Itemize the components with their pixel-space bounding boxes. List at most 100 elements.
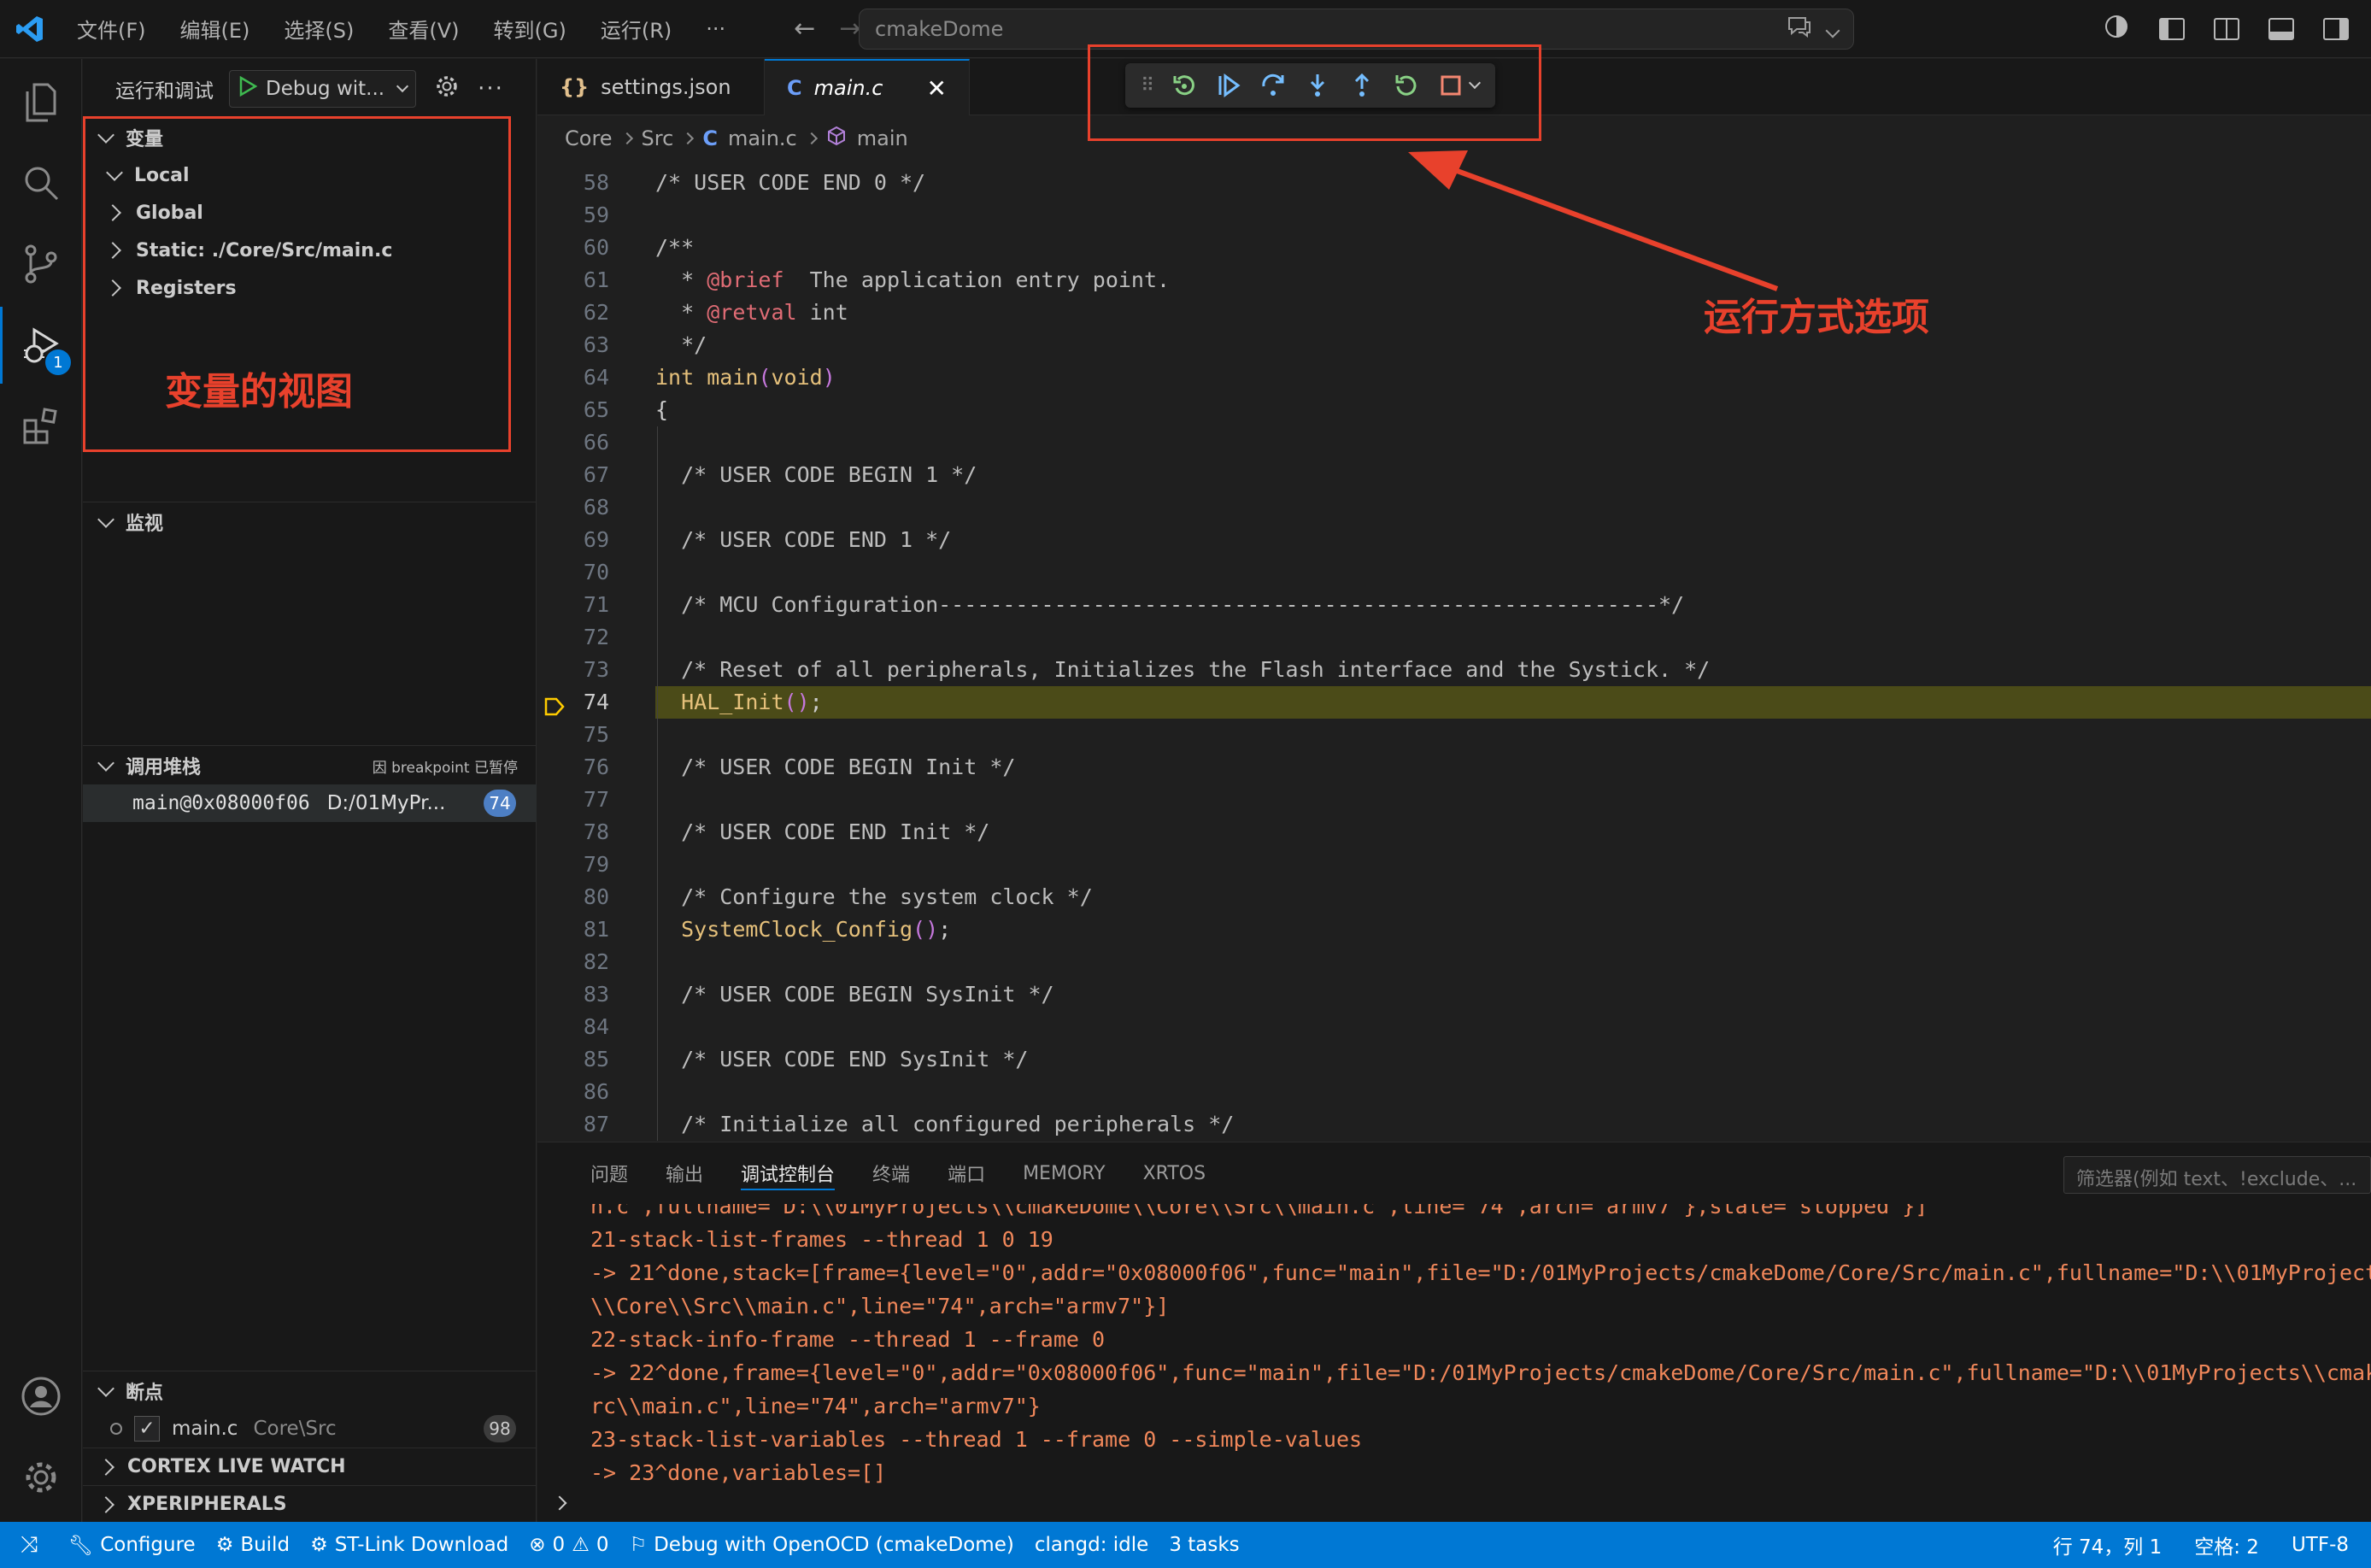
menu-goto[interactable]: 转到(G) bbox=[477, 14, 584, 44]
tab-memory[interactable]: MEMORY bbox=[1004, 1142, 1124, 1204]
menu-more[interactable]: ··· bbox=[689, 17, 742, 41]
tab-output[interactable]: 输出 bbox=[647, 1142, 722, 1204]
line-number[interactable]: 85 bbox=[537, 1043, 609, 1076]
breakpoint-checkbox[interactable]: ✓ bbox=[134, 1416, 160, 1442]
chevron-down-icon[interactable] bbox=[1825, 17, 1840, 41]
variable-scope-global[interactable]: Global bbox=[83, 194, 537, 232]
copilot-chat-icon[interactable] bbox=[1787, 15, 1812, 43]
clangd-status[interactable]: clangd: idle bbox=[1024, 1522, 1159, 1568]
problems-indicator[interactable]: ⊗ 0 ⚠ 0 bbox=[519, 1522, 619, 1568]
cortex-live-watch-header[interactable]: CORTEX LIVE WATCH bbox=[83, 1448, 537, 1485]
toggle-panel-icon[interactable] bbox=[2268, 18, 2294, 40]
breakpoint-item[interactable]: ✓ main.c Core\Src 98 bbox=[83, 1410, 537, 1448]
code-line[interactable]: 81 SystemClock_Config(); bbox=[537, 913, 2371, 946]
line-number[interactable]: 77 bbox=[537, 784, 609, 816]
code-line[interactable]: 77 bbox=[537, 784, 2371, 816]
line-number[interactable]: 70 bbox=[537, 556, 609, 589]
close-icon[interactable]: ✕ bbox=[927, 74, 947, 103]
run-and-debug-icon[interactable]: 1 bbox=[0, 307, 82, 384]
tab-terminal[interactable]: 终端 bbox=[854, 1142, 929, 1204]
customize-layout-icon[interactable] bbox=[2214, 18, 2239, 40]
code-line[interactable]: 76 /* USER CODE BEGIN Init */ bbox=[537, 751, 2371, 784]
tab-settings-json[interactable]: {} settings.json bbox=[537, 59, 765, 115]
line-number[interactable]: 75 bbox=[537, 719, 609, 751]
tasks-status[interactable]: 3 tasks bbox=[1159, 1522, 1249, 1568]
code-line[interactable]: 85 /* USER CODE END SysInit */ bbox=[537, 1043, 2371, 1076]
code-line[interactable]: 69 /* USER CODE END 1 */ bbox=[537, 524, 2371, 556]
line-number[interactable]: 72 bbox=[537, 621, 609, 654]
stop-icon[interactable] bbox=[1438, 73, 1464, 98]
continue-icon[interactable] bbox=[1216, 73, 1241, 98]
line-number[interactable]: 80 bbox=[537, 881, 609, 913]
code-line[interactable]: 86 bbox=[537, 1076, 2371, 1108]
forward-arrow-icon[interactable]: → bbox=[839, 14, 860, 44]
variable-scope-static[interactable]: Static: ./Core/Src/main.c bbox=[83, 232, 537, 269]
code-line[interactable]: 87 /* Initialize all configured peripher… bbox=[537, 1108, 2371, 1141]
line-number[interactable]: 87 bbox=[537, 1108, 609, 1141]
code-line[interactable]: 75 bbox=[537, 719, 2371, 751]
debug-config-selector[interactable]: Debug wit... bbox=[229, 70, 417, 108]
menu-run[interactable]: 运行(R) bbox=[584, 14, 689, 44]
code-line[interactable]: 62 * @retval int bbox=[537, 297, 2371, 329]
restart-frame-icon[interactable] bbox=[1171, 73, 1197, 98]
code-line[interactable]: 82 bbox=[537, 946, 2371, 978]
line-number[interactable]: 58 bbox=[537, 167, 609, 199]
code-line[interactable]: 70 bbox=[537, 556, 2371, 589]
stlink-download-button[interactable]: ⚙ ST-Link Download bbox=[300, 1522, 519, 1568]
tab-xrtos[interactable]: XRTOS bbox=[1124, 1142, 1224, 1204]
line-number[interactable]: 66 bbox=[537, 426, 609, 459]
line-number[interactable]: 81 bbox=[537, 913, 609, 946]
step-out-icon[interactable] bbox=[1349, 73, 1375, 98]
menu-file[interactable]: 文件(F) bbox=[60, 14, 163, 44]
console-input[interactable] bbox=[552, 1486, 567, 1520]
code-line[interactable]: 65 { bbox=[537, 394, 2371, 426]
console-filter-input[interactable]: 筛选器(例如 text、!exclude、... bbox=[2063, 1156, 2371, 1194]
line-number[interactable]: 76 bbox=[537, 751, 609, 784]
watch-header[interactable]: 监视 bbox=[83, 503, 537, 541]
configure-button[interactable]: 🔧︎ Configure bbox=[58, 1522, 206, 1568]
restart-icon[interactable] bbox=[1394, 73, 1419, 98]
toggle-secondary-sidebar-icon[interactable] bbox=[2323, 18, 2349, 40]
line-number[interactable]: 65 bbox=[537, 394, 609, 426]
line-number[interactable]: 61 bbox=[537, 264, 609, 297]
code-line[interactable]: 83 /* USER CODE BEGIN SysInit */ bbox=[537, 978, 2371, 1011]
copilot-icon[interactable] bbox=[2103, 14, 2130, 44]
tab-main-c[interactable]: C main.c ✕ bbox=[765, 59, 970, 115]
encoding-setting[interactable]: UTF-8 bbox=[2281, 1522, 2359, 1568]
accounts-icon[interactable] bbox=[0, 1358, 82, 1435]
line-number[interactable]: 84 bbox=[537, 1011, 609, 1043]
start-debug-icon[interactable] bbox=[238, 75, 258, 102]
cursor-position[interactable]: 行 74，列 1 bbox=[2043, 1522, 2173, 1568]
breadcrumb-symbol[interactable]: main bbox=[857, 126, 908, 150]
line-number[interactable]: 78 bbox=[537, 816, 609, 849]
tab-problems[interactable]: 问题 bbox=[572, 1142, 647, 1204]
source-control-icon[interactable] bbox=[0, 226, 82, 302]
code-line[interactable]: 80 /* Configure the system clock */ bbox=[537, 881, 2371, 913]
code-line[interactable]: 71 /* MCU Configuration-----------------… bbox=[537, 589, 2371, 621]
line-number[interactable]: 68 bbox=[537, 491, 609, 524]
line-number[interactable]: 63 bbox=[537, 329, 609, 361]
code-line[interactable]: 68 bbox=[537, 491, 2371, 524]
tab-ports[interactable]: 端口 bbox=[929, 1142, 1004, 1204]
code-line[interactable]: 72 bbox=[537, 621, 2371, 654]
back-arrow-icon[interactable]: ← bbox=[794, 14, 815, 44]
line-number[interactable]: 83 bbox=[537, 978, 609, 1011]
xperipherals-header[interactable]: XPERIPHERALS bbox=[83, 1485, 537, 1523]
code-line[interactable]: 67 /* USER CODE BEGIN 1 */ bbox=[537, 459, 2371, 491]
menu-view[interactable]: 查看(V) bbox=[371, 14, 476, 44]
line-number[interactable]: 82 bbox=[537, 946, 609, 978]
breadcrumb-file[interactable]: main.c bbox=[728, 126, 797, 150]
code-editor[interactable]: 58 /* USER CODE END 0 */ 59 60 /** 61 * @brie… bbox=[537, 161, 2371, 1142]
explorer-icon[interactable] bbox=[0, 63, 82, 140]
remote-indicator[interactable]: ⤨ bbox=[0, 1522, 58, 1568]
code-line[interactable]: 73 /* Reset of all peripherals, Initiali… bbox=[537, 654, 2371, 686]
drag-handle-icon[interactable]: ⠿ bbox=[1141, 75, 1154, 97]
line-number[interactable]: 69 bbox=[537, 524, 609, 556]
breadcrumb-core[interactable]: Core bbox=[565, 126, 613, 150]
code-line[interactable]: 78 /* USER CODE END Init */ bbox=[537, 816, 2371, 849]
callstack-header[interactable]: 调用堆栈 因 breakpoint 已暂停 bbox=[83, 747, 537, 784]
code-line[interactable]: 63 */ bbox=[537, 329, 2371, 361]
settings-gear-icon[interactable] bbox=[0, 1439, 82, 1516]
more-actions-icon[interactable]: ··· bbox=[478, 76, 504, 102]
line-number[interactable]: 59 bbox=[537, 199, 609, 232]
